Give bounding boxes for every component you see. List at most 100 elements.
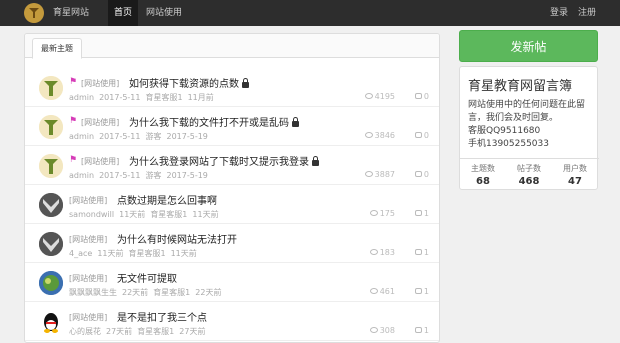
last-replier[interactable]: 游客 [145,171,161,180]
topic-category[interactable]: [网站使用] [81,78,119,89]
stat-users: 用户数 47 [552,163,598,187]
comment-icon [414,93,422,99]
topic-meta: samondwill 11天前 育星客服1 11天前 [69,209,224,220]
tree-logo-icon [29,8,39,18]
topic-title-text: 点数过期是怎么回事啊 [117,196,217,207]
nav-brand[interactable]: 育星网站 [53,0,89,26]
tab-bar: 最新主题 [25,34,439,59]
topic-title[interactable]: 无文件可提取 [117,270,177,285]
comment-icon [414,327,422,333]
last-replier[interactable]: 育星客服1 [153,288,190,297]
tab-latest[interactable]: 最新主题 [32,38,82,59]
post-date: 27天前 [106,327,133,336]
nav-login[interactable]: 登录 [550,0,568,26]
topic-row[interactable]: ⚑ [网站使用] 为什么我下载的文件打不开或是乱码 admin 2017-5-11 游客 2… [25,109,439,146]
view-count-value: 183 [379,248,395,257]
last-replier[interactable]: 育星客服1 [129,249,166,258]
topic-meta: 飘飘飘飘生生 22天前 育星客服1 22天前 [69,287,226,298]
last-replier[interactable]: 育星客服1 [137,327,174,336]
topic-meta: admin 2017-5-11 游客 2017-5-19 [69,131,213,142]
view-count: 308 [369,326,395,335]
author[interactable]: 4_ace [69,249,92,258]
reply-count-value: 0 [423,92,429,101]
eye-icon [364,171,373,177]
reply-count-value: 1 [423,326,429,335]
board-info-box: 育星教育网留言簿 网站使用中的任何问题在此留 言，我们会及时回复。 客服QQ95… [459,66,599,191]
topic-title[interactable]: 如何获得下载资源的点数 [129,75,249,90]
topic-category[interactable]: [网站使用] [69,312,107,323]
author[interactable]: admin [69,93,94,102]
new-post-button[interactable]: 发新帖 [459,30,598,62]
lock-icon [242,78,249,88]
topic-row[interactable]: ⚑ [网站使用] 为什么我登录网站了下载时又提示我登录 admin 2017-5-11 游… [25,148,439,185]
topic-category[interactable]: [网站使用] [69,195,107,206]
topic-title[interactable]: 为什么我登录网站了下载时又提示我登录 [129,153,319,168]
topic-row[interactable]: [网站使用] 为什么有时候网站无法打开 4_ace 11天前 育星客服1 11天前 183 1 [25,226,439,263]
topic-title-text: 是不是扣了我三个点 [117,313,207,324]
pinned-flag-icon: ⚑ [69,77,78,87]
topic-title[interactable]: 点数过期是怎么回事啊 [117,192,217,207]
stat-label: 帖子数 [517,164,541,173]
user-avatar[interactable] [39,76,63,100]
topic-category[interactable]: [网站使用] [69,234,107,245]
reply-count: 0 [414,131,429,140]
site-logo[interactable] [24,3,44,23]
topic-row[interactable]: [网站使用] 是不是扣了我三个点 心的展花 27天前 育星客服1 27天前 308 1 [25,304,439,341]
eye-icon [369,327,378,333]
author[interactable]: admin [69,132,94,141]
post-date: 2017-5-11 [99,132,141,141]
lock-icon [312,156,319,166]
topic-meta: admin 2017-5-11 育星客服1 11月前 [69,92,219,103]
post-date: 2017-5-11 [99,171,141,180]
board-description: 网站使用中的任何问题在此留 言，我们会及时回复。 客服QQ9511680 手机1… [468,99,593,151]
topic-category[interactable]: [网站使用] [81,117,119,128]
view-count: 183 [369,248,395,257]
user-avatar[interactable] [39,115,63,139]
user-avatar[interactable] [39,232,63,256]
topic-row[interactable]: ⚑ [网站使用] 如何获得下载资源的点数 admin 2017-5-11 育星客服1 11月… [25,70,439,107]
topic-row[interactable]: [网站使用] 无文件可提取 飘飘飘飘生生 22天前 育星客服1 22天前 461 1 [25,265,439,302]
post-date: 22天前 [122,288,149,297]
reply-count-value: 1 [423,248,429,257]
nav-register[interactable]: 注册 [578,0,596,26]
topic-title-text: 为什么我下载的文件打不开或是乱码 [129,118,289,129]
topic-title-text: 无文件可提取 [117,274,177,285]
author[interactable]: admin [69,171,94,180]
topic-title[interactable]: 为什么有时候网站无法打开 [117,231,237,246]
topic-title[interactable]: 为什么我下载的文件打不开或是乱码 [129,114,299,129]
user-avatar[interactable] [39,310,63,334]
user-avatar[interactable] [39,271,63,295]
board-stats: 主题数 68 帖子数 468 用户数 47 [460,158,599,191]
topic-row[interactable]: [网站使用] 点数过期是怎么回事啊 samondwill 11天前 育星客服1 11天前 1… [25,187,439,224]
topic-category[interactable]: [网站使用] [69,273,107,284]
author[interactable]: 飘飘飘飘生生 [69,288,117,297]
pinned-flag-icon: ⚑ [69,116,78,126]
eye-icon [369,210,378,216]
user-avatar[interactable] [39,154,63,178]
reply-count: 0 [414,170,429,179]
board-title: 育星教育网留言簿 [468,79,573,94]
topic-meta: admin 2017-5-11 游客 2017-5-19 [69,170,213,181]
last-replier[interactable]: 游客 [145,132,161,141]
topic-meta: 4_ace 11天前 育星客服1 11天前 [69,248,202,259]
stat-label: 主题数 [471,164,495,173]
comment-icon [414,249,422,255]
desc-line: 言，我们会及时回复。 [468,113,559,123]
topic-category[interactable]: [网站使用] [81,156,119,167]
last-replier[interactable]: 育星客服1 [145,93,182,102]
last-reply-time: 22天前 [195,288,222,297]
nav-home[interactable]: 首页 [108,0,139,26]
view-count-value: 3846 [374,131,395,140]
comment-icon [414,132,422,138]
nav-help[interactable]: 网站使用 [146,0,182,26]
view-count: 175 [369,209,395,218]
topic-list-panel: 最新主题 ⚑ [网站使用] 如何获得下载资源的点数 admin 2017-5-11 育星客… [24,33,440,343]
last-replier[interactable]: 育星客服1 [150,210,187,219]
post-date: 2017-5-11 [99,93,141,102]
topic-meta: 心的展花 27天前 育星客服1 27天前 [69,326,210,337]
user-avatar[interactable] [39,193,63,217]
author[interactable]: 心的展花 [69,327,101,336]
topic-title[interactable]: 是不是扣了我三个点 [117,309,207,324]
author[interactable]: samondwill [69,210,114,219]
view-count: 461 [369,287,395,296]
